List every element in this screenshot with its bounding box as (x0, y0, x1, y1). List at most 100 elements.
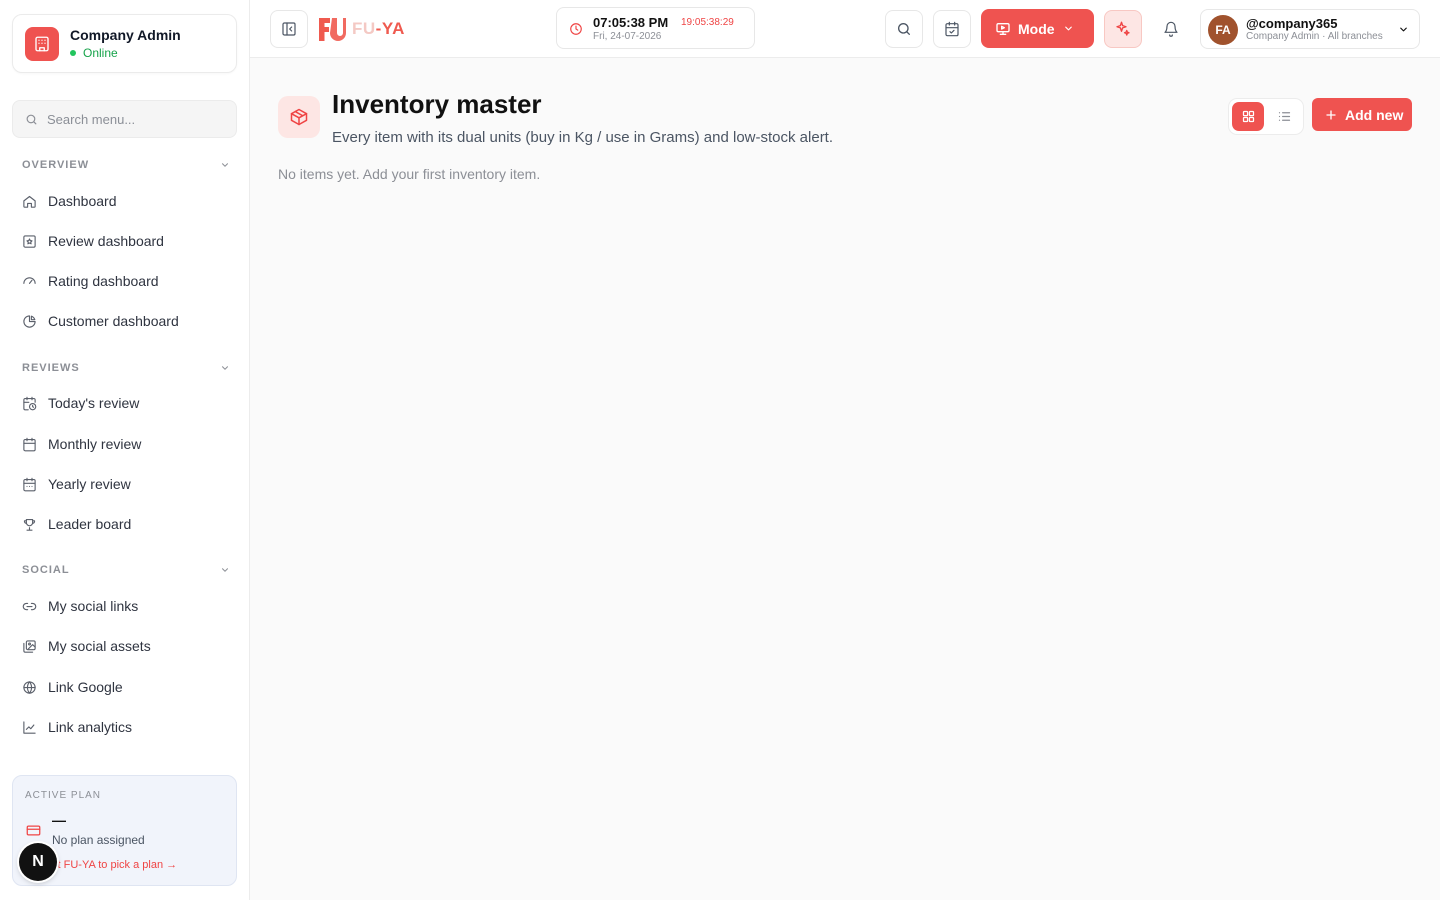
sidebar-item-dashboard[interactable]: Dashboard (12, 185, 237, 217)
section-title: SOCIAL (22, 564, 70, 576)
sidebar-item-link-analytics[interactable]: Link analytics (12, 711, 237, 743)
credit-card-icon (26, 824, 41, 837)
sidebar-item-label: Dashboard (48, 193, 117, 209)
sidebar-item-label: Today's review (48, 395, 140, 411)
pick-plan-link[interactable]: ct FU-YA to pick a plan → (52, 859, 177, 871)
topbar: FU-YA 07:05:38 PM 19:05:38:29 Fri, 24-07… (250, 0, 1440, 58)
add-new-button[interactable]: Add new (1312, 98, 1412, 131)
brand-name: Company Admin (70, 27, 181, 43)
link-icon (22, 599, 37, 614)
user-handle: @company365 (1246, 16, 1338, 31)
logo-text: FU-YA (352, 19, 405, 39)
sidebar-item-label: Customer dashboard (48, 313, 179, 329)
sidebar-item-review-dashboard[interactable]: Review dashboard (12, 225, 237, 257)
avatar: FA (1208, 15, 1238, 45)
section-reviews[interactable]: REVIEWS (22, 360, 230, 376)
sidebar-item-monthly-review[interactable]: Monthly review (12, 428, 237, 460)
search-icon (25, 113, 38, 126)
building-icon (25, 26, 59, 61)
clock-time-24h: 19:05:38:29 (681, 17, 734, 28)
clock-widget: 07:05:38 PM 19:05:38:29 Fri, 24-07-2026 (556, 7, 755, 49)
chevron-down-icon (220, 565, 230, 575)
status-label: Online (83, 46, 118, 60)
search-menu (12, 100, 237, 138)
search-button[interactable] (885, 10, 923, 48)
calendar-button[interactable] (933, 10, 971, 48)
chevron-down-icon (1398, 24, 1409, 35)
sidebar-item-my-social-assets[interactable]: My social assets (12, 630, 237, 662)
brand-card[interactable]: Company Admin Online (12, 14, 237, 73)
package-icon (278, 96, 320, 138)
sidebar-item-customer-dashboard[interactable]: Customer dashboard (12, 305, 237, 337)
status-dot (70, 50, 76, 56)
add-new-label: Add new (1345, 106, 1404, 123)
logo-suffix: -YA (375, 19, 405, 38)
home-icon (22, 194, 37, 209)
list-view-button[interactable] (1268, 102, 1300, 131)
section-overview[interactable]: OVERVIEW (22, 157, 230, 173)
sidebar-item-todays-review[interactable]: Today's review (12, 387, 237, 419)
presentation-icon (995, 21, 1011, 37)
grid-view-button[interactable] (1232, 102, 1264, 131)
logo-prefix: FU (352, 19, 376, 38)
sidebar-item-rating-dashboard[interactable]: Rating dashboard (12, 265, 237, 297)
plus-icon (1325, 109, 1337, 121)
pie-chart-icon (22, 314, 37, 329)
trophy-icon (22, 517, 37, 532)
gauge-icon (22, 274, 37, 289)
collapse-sidebar-button[interactable] (270, 10, 308, 48)
logo[interactable]: FU-YA (316, 14, 405, 44)
search-input[interactable] (47, 111, 217, 127)
plan-value: — (52, 812, 66, 828)
sidebar-item-link-google[interactable]: Link Google (12, 671, 237, 703)
bell-icon (1163, 21, 1179, 37)
ai-sparkle-button[interactable] (1104, 10, 1142, 48)
sidebar-item-label: My social assets (48, 638, 151, 654)
images-icon (22, 639, 37, 654)
calendar-icon (22, 437, 37, 452)
sidebar-item-label: Leader board (48, 516, 132, 532)
section-social[interactable]: SOCIAL (22, 562, 230, 578)
list-icon (1277, 109, 1292, 124)
sparkles-icon (1114, 20, 1132, 38)
chevron-down-icon (220, 363, 230, 373)
section-title: REVIEWS (22, 362, 80, 374)
sidebar-item-label: My social links (48, 598, 139, 614)
notifications-button[interactable] (1152, 10, 1190, 48)
chevron-down-icon (220, 160, 230, 170)
logo-mark (319, 18, 346, 41)
clock-date: Fri, 24-07-2026 (593, 31, 662, 42)
panel-left-icon (281, 21, 297, 37)
calendar-clock-icon (22, 396, 37, 411)
sidebar: Company Admin Online OVERVIEW Dashboard … (0, 0, 250, 900)
chevron-down-icon (1063, 23, 1074, 34)
grid-icon (1241, 109, 1256, 124)
user-menu[interactable]: FA @company365 Company Admin · All branc… (1200, 9, 1420, 49)
sidebar-item-label: Monthly review (48, 436, 142, 452)
sidebar-item-label: Yearly review (48, 476, 131, 492)
line-chart-icon (22, 720, 37, 735)
page-title: Inventory master (332, 89, 542, 119)
online-status: Online (70, 46, 181, 60)
plan-title: ACTIVE PLAN (25, 790, 102, 801)
plan-description: No plan assigned (52, 833, 145, 847)
sidebar-item-label: Link analytics (48, 719, 133, 735)
page-subtitle: Every item with its dual units (buy in K… (332, 129, 834, 146)
dev-badge[interactable]: N (19, 843, 57, 881)
sidebar-item-yearly-review[interactable]: Yearly review (12, 468, 237, 500)
sidebar-item-label: Review dashboard (48, 233, 164, 249)
calendar-icon (22, 477, 37, 492)
sidebar-item-leader-board[interactable]: Leader board (12, 508, 237, 540)
section-title: OVERVIEW (22, 159, 90, 171)
calendar-check-icon (944, 21, 960, 37)
mode-label: Mode (1018, 20, 1055, 37)
sidebar-item-my-social-links[interactable]: My social links (12, 590, 237, 622)
search-icon (896, 21, 912, 37)
user-role: Company Admin · All branches (1246, 31, 1383, 42)
sidebar-item-label: Link Google (48, 679, 123, 695)
empty-state-message: No items yet. Add your first inventory i… (278, 166, 541, 182)
review-icon (22, 234, 37, 249)
globe-icon (22, 680, 37, 695)
mode-button[interactable]: Mode (981, 9, 1094, 48)
sidebar-item-label: Rating dashboard (48, 273, 159, 289)
